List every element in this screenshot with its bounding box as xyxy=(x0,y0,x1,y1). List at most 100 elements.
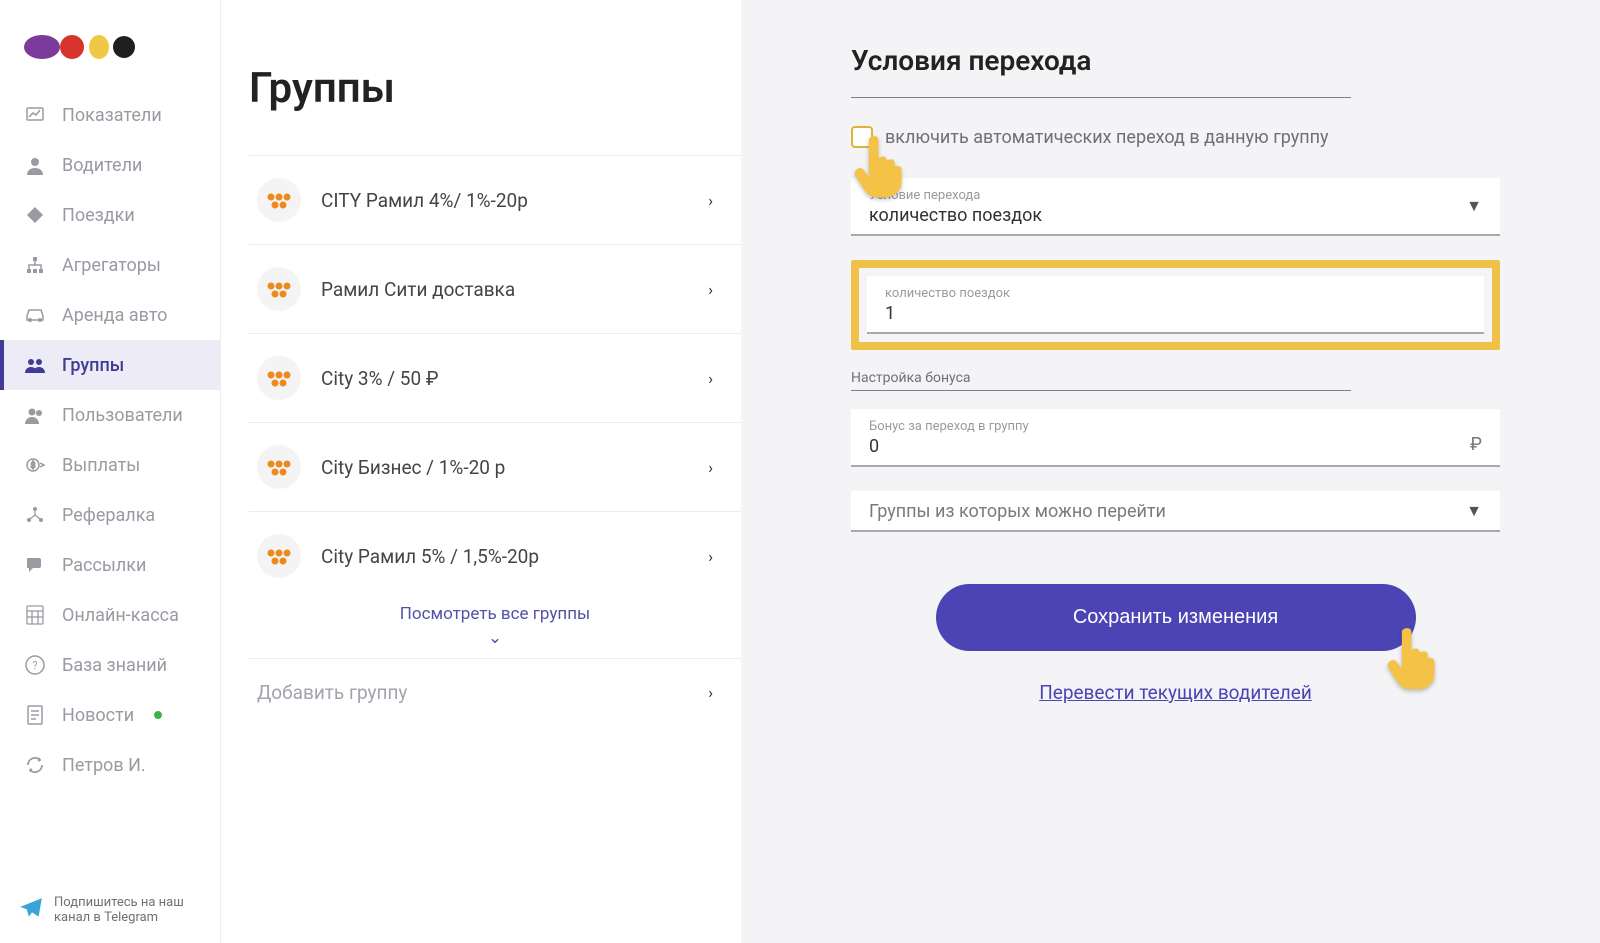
auto-transition-checkbox-row[interactable]: включить автоматических переход в данную… xyxy=(851,126,1500,148)
telegram-icon xyxy=(18,895,44,921)
group-row[interactable]: City 3% / 50 ₽ › xyxy=(249,333,741,422)
sidebar-item-current-user[interactable]: Петров И. xyxy=(0,740,220,790)
svg-text:$: $ xyxy=(31,461,36,470)
group-label: CITY Рамил 4%/ 1%-20р xyxy=(321,189,528,212)
refresh-icon xyxy=(24,754,46,776)
group-row[interactable]: Рамил Сити доставка › xyxy=(249,244,741,333)
field-value: 0 xyxy=(869,436,1029,457)
sidebar-item-label: База знаний xyxy=(62,655,167,676)
chevron-right-icon: › xyxy=(708,547,713,566)
group-row[interactable]: CITY Рамил 4%/ 1%-20р › xyxy=(249,155,741,244)
chat-icon xyxy=(24,554,46,576)
sidebar-item-label: Выплаты xyxy=(62,455,140,476)
app-logo xyxy=(0,24,220,90)
payout-icon: $ xyxy=(24,454,46,476)
chevron-right-icon: › xyxy=(708,191,713,210)
sidebar: Показатели Водители Поездки Агрегаторы А… xyxy=(0,0,221,943)
car-icon xyxy=(24,304,46,326)
group-label: City Бизнес / 1%-20 р xyxy=(321,456,505,479)
group-icon xyxy=(257,445,301,489)
checkbox-label: включить автоматических переход в данную… xyxy=(885,127,1329,148)
sidebar-item-label: Онлайн-касса xyxy=(62,605,179,626)
sidebar-item-aggregators[interactable]: Агрегаторы xyxy=(0,240,220,290)
sidebar-item-label: Рефералка xyxy=(62,505,155,526)
sidebar-item-label: Новости xyxy=(62,705,134,726)
group-label: City Рамил 5% / 1,5%-20р xyxy=(321,545,539,568)
bonus-amount-input[interactable]: Бонус за переход в группу 0 ₽ xyxy=(851,409,1500,467)
sidebar-item-indicators[interactable]: Показатели xyxy=(0,90,220,140)
dropdown-arrow-icon: ▼ xyxy=(1466,196,1482,216)
sidebar-item-label: Агрегаторы xyxy=(62,255,161,276)
help-icon: ? xyxy=(24,654,46,676)
sidebar-item-label: Водители xyxy=(62,155,142,176)
trip-count-input[interactable]: количество поездок 1 xyxy=(867,276,1484,334)
groups-list: CITY Рамил 4%/ 1%-20р › Рамил Сити доста… xyxy=(249,155,741,726)
group-row[interactable]: City Рамил 5% / 1,5%-20р › xyxy=(249,511,741,600)
user-icon xyxy=(24,154,46,176)
sidebar-item-knowledge[interactable]: ? База знаний xyxy=(0,640,220,690)
sidebar-item-label: Показатели xyxy=(62,105,162,126)
sidebar-item-mailings[interactable]: Рассылки xyxy=(0,540,220,590)
document-icon xyxy=(24,704,46,726)
sidebar-item-label: Поездки xyxy=(62,205,135,226)
sidebar-item-users[interactable]: Пользователи xyxy=(0,390,220,440)
condition-select[interactable]: Условие перехода количество поездок ▼ xyxy=(851,178,1500,236)
field-value: количество поездок xyxy=(869,205,1482,226)
page-title: Группы xyxy=(249,64,741,113)
sidebar-item-groups[interactable]: Группы xyxy=(0,340,220,390)
see-all-label: Посмотреть все группы xyxy=(400,604,590,624)
group-icon xyxy=(257,534,301,578)
dropdown-arrow-icon: ▼ xyxy=(1466,501,1482,521)
transition-conditions-panel: Условия перехода включить автоматических… xyxy=(741,0,1600,943)
telegram-promo[interactable]: Подпишитесь на наш канал в Telegram xyxy=(0,885,220,943)
share-icon xyxy=(24,504,46,526)
sidebar-item-label: Аренда авто xyxy=(62,305,167,326)
group-icon xyxy=(257,178,301,222)
group-label: Рамил Сити доставка xyxy=(321,278,515,301)
sidebar-nav: Показатели Водители Поездки Агрегаторы А… xyxy=(0,90,220,885)
group-label: City 3% / 50 ₽ xyxy=(321,367,438,390)
group-row[interactable]: City Бизнес / 1%-20 р › xyxy=(249,422,741,511)
field-label: Условие перехода xyxy=(869,188,1482,203)
field-label: Бонус за переход в группу xyxy=(869,419,1029,434)
two-users-icon xyxy=(24,404,46,426)
group-icon xyxy=(257,267,301,311)
groups-panel: Группы CITY Рамил 4%/ 1%-20р › Рамил Сит… xyxy=(221,0,741,943)
pointer-hand-overlay xyxy=(1382,624,1438,692)
sidebar-item-news[interactable]: Новости xyxy=(0,690,220,740)
save-button[interactable]: Сохранить изменения xyxy=(936,584,1416,651)
sidebar-item-cashregister[interactable]: Онлайн-касса xyxy=(0,590,220,640)
see-all-groups-link[interactable]: Посмотреть все группы ⌄ xyxy=(249,600,741,658)
sidebar-item-referral[interactable]: Рефералка xyxy=(0,490,220,540)
telegram-promo-text: Подпишитесь на наш канал в Telegram xyxy=(54,895,202,925)
group-icon xyxy=(257,356,301,400)
field-value: Группы из которых можно перейти xyxy=(869,501,1482,522)
sidebar-item-label: Рассылки xyxy=(62,555,146,576)
transfer-link-label: Перевести текущих водителей xyxy=(1039,681,1312,704)
hierarchy-icon xyxy=(24,254,46,276)
panel-title: Условия перехода xyxy=(851,44,1351,98)
chevron-right-icon: › xyxy=(708,683,713,702)
sidebar-item-label: Петров И. xyxy=(62,755,146,776)
sidebar-item-drivers[interactable]: Водители xyxy=(0,140,220,190)
sidebar-item-car-rent[interactable]: Аренда авто xyxy=(0,290,220,340)
new-badge xyxy=(154,711,162,719)
pointer-hand-overlay xyxy=(849,132,905,200)
save-button-label: Сохранить изменения xyxy=(1073,606,1278,628)
svg-text:?: ? xyxy=(32,659,37,672)
currency-symbol: ₽ xyxy=(1470,434,1482,457)
from-groups-select[interactable]: Группы из которых можно перейти ▼ xyxy=(851,491,1500,532)
calculator-icon xyxy=(24,604,46,626)
chevron-right-icon: › xyxy=(708,458,713,477)
chevron-down-icon: ⌄ xyxy=(488,628,502,648)
users-icon xyxy=(24,354,46,376)
sidebar-item-payouts[interactable]: $ Выплаты xyxy=(0,440,220,490)
sidebar-item-trips[interactable]: Поездки xyxy=(0,190,220,240)
add-group-row[interactable]: Добавить группу › xyxy=(249,658,741,726)
field-label: количество поездок xyxy=(885,286,1466,301)
chart-icon xyxy=(24,104,46,126)
chevron-right-icon: › xyxy=(708,280,713,299)
field-value: 1 xyxy=(885,303,1466,324)
highlighted-count-field: количество поездок 1 xyxy=(851,260,1500,350)
sidebar-item-label: Пользователи xyxy=(62,405,183,426)
